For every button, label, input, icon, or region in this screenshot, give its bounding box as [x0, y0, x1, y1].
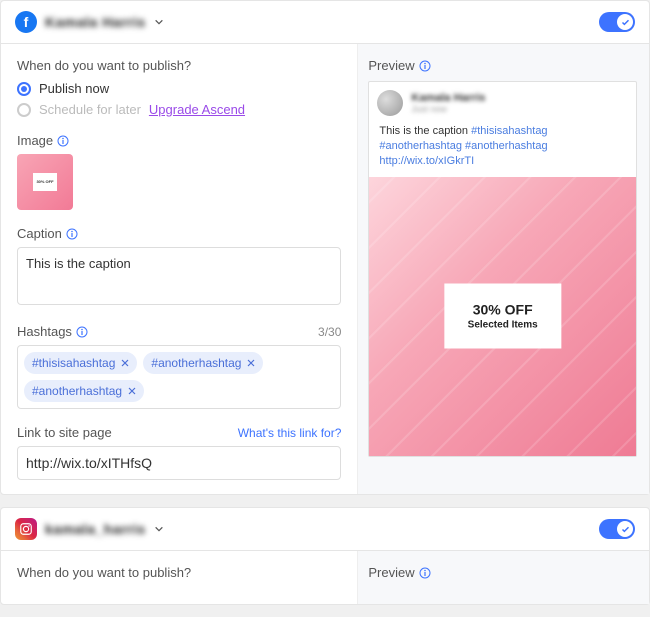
- publish-title: When do you want to publish?: [17, 565, 341, 580]
- preview-title-row: Preview: [368, 565, 637, 580]
- facebook-icon: f: [15, 11, 37, 33]
- preview-post-header: Kamala Harris Just now: [369, 82, 636, 124]
- image-label-row: Image: [17, 133, 341, 148]
- chip-remove-icon[interactable]: [247, 359, 255, 367]
- instagram-panel: kamala_harris When do you want to publis…: [0, 507, 650, 605]
- link-input[interactable]: [17, 446, 341, 480]
- chevron-down-icon: [154, 17, 164, 27]
- link-label-row: Link to site page What's this link for?: [17, 425, 341, 440]
- caption-label: Caption: [17, 226, 62, 241]
- facebook-header: f Kamala Harris: [1, 1, 649, 44]
- facebook-preview-pane: Preview Kamala Harris Just now This is t…: [357, 44, 649, 494]
- preview-label: Preview: [368, 58, 414, 73]
- instagram-header: kamala_harris: [1, 508, 649, 551]
- caption-input[interactable]: [17, 247, 341, 305]
- hashtags-label: Hashtags: [17, 324, 72, 339]
- chevron-down-icon: [154, 524, 164, 534]
- instagram-body: When do you want to publish? Preview: [1, 551, 649, 604]
- preview-account-name: Kamala Harris: [411, 92, 485, 104]
- instagram-account-selector[interactable]: kamala_harris: [15, 518, 164, 540]
- instagram-preview-pane: Preview: [357, 551, 649, 604]
- info-icon[interactable]: [66, 228, 78, 240]
- facebook-toggle[interactable]: [599, 12, 635, 32]
- preview-image: 30% OFF Selected Items: [369, 177, 636, 457]
- radio-checked-icon: [17, 82, 31, 96]
- caption-label-row: Caption: [17, 226, 341, 241]
- preview-timestamp: Just now: [411, 104, 485, 114]
- radio-unchecked-icon: [17, 103, 31, 117]
- hashtags-label-row: Hashtags 3/30: [17, 324, 341, 339]
- chip-remove-icon[interactable]: [121, 359, 129, 367]
- upgrade-link[interactable]: Upgrade Ascend: [149, 102, 245, 117]
- publish-title: When do you want to publish?: [17, 58, 341, 73]
- image-thumbnail[interactable]: 30% OFF: [17, 154, 73, 210]
- hashtag-chip: #anotherhashtag: [24, 380, 144, 402]
- image-label: Image: [17, 133, 53, 148]
- hashtag-chip: #anotherhashtag: [143, 352, 263, 374]
- info-icon[interactable]: [57, 135, 69, 147]
- facebook-panel: f Kamala Harris When do you want to publ…: [0, 0, 650, 495]
- preview-caption: This is the caption #thisisahashtag #ano…: [369, 124, 636, 177]
- link-label: Link to site page: [17, 425, 112, 440]
- facebook-form: When do you want to publish? Publish now…: [1, 44, 357, 494]
- hashtags-input[interactable]: #thisisahashtag #anotherhashtag #another…: [17, 345, 341, 409]
- preview-label: Preview: [368, 565, 414, 580]
- publish-now-option[interactable]: Publish now: [17, 81, 341, 96]
- hashtag-chip: #thisisahashtag: [24, 352, 137, 374]
- instagram-icon: [15, 518, 37, 540]
- instagram-account-name: kamala_harris: [45, 521, 146, 537]
- instagram-toggle[interactable]: [599, 519, 635, 539]
- chip-remove-icon[interactable]: [128, 387, 136, 395]
- info-icon[interactable]: [419, 60, 431, 72]
- facebook-account-selector[interactable]: f Kamala Harris: [15, 11, 164, 33]
- preview-title-row: Preview: [368, 58, 637, 73]
- info-icon[interactable]: [419, 567, 431, 579]
- facebook-account-name: Kamala Harris: [45, 14, 146, 30]
- facebook-body: When do you want to publish? Publish now…: [1, 44, 649, 494]
- info-icon[interactable]: [76, 326, 88, 338]
- link-help-link[interactable]: What's this link for?: [238, 426, 342, 440]
- hashtags-count: 3/30: [318, 325, 341, 339]
- check-icon: [621, 18, 630, 27]
- avatar: [377, 90, 403, 116]
- schedule-later-option: Schedule for later Upgrade Ascend: [17, 102, 341, 117]
- thumb-promo: 30% OFF: [33, 173, 57, 191]
- preview-promo-box: 30% OFF Selected Items: [444, 284, 561, 349]
- preview-post: Kamala Harris Just now This is the capti…: [368, 81, 637, 457]
- instagram-form: When do you want to publish?: [1, 551, 357, 604]
- check-icon: [621, 525, 630, 534]
